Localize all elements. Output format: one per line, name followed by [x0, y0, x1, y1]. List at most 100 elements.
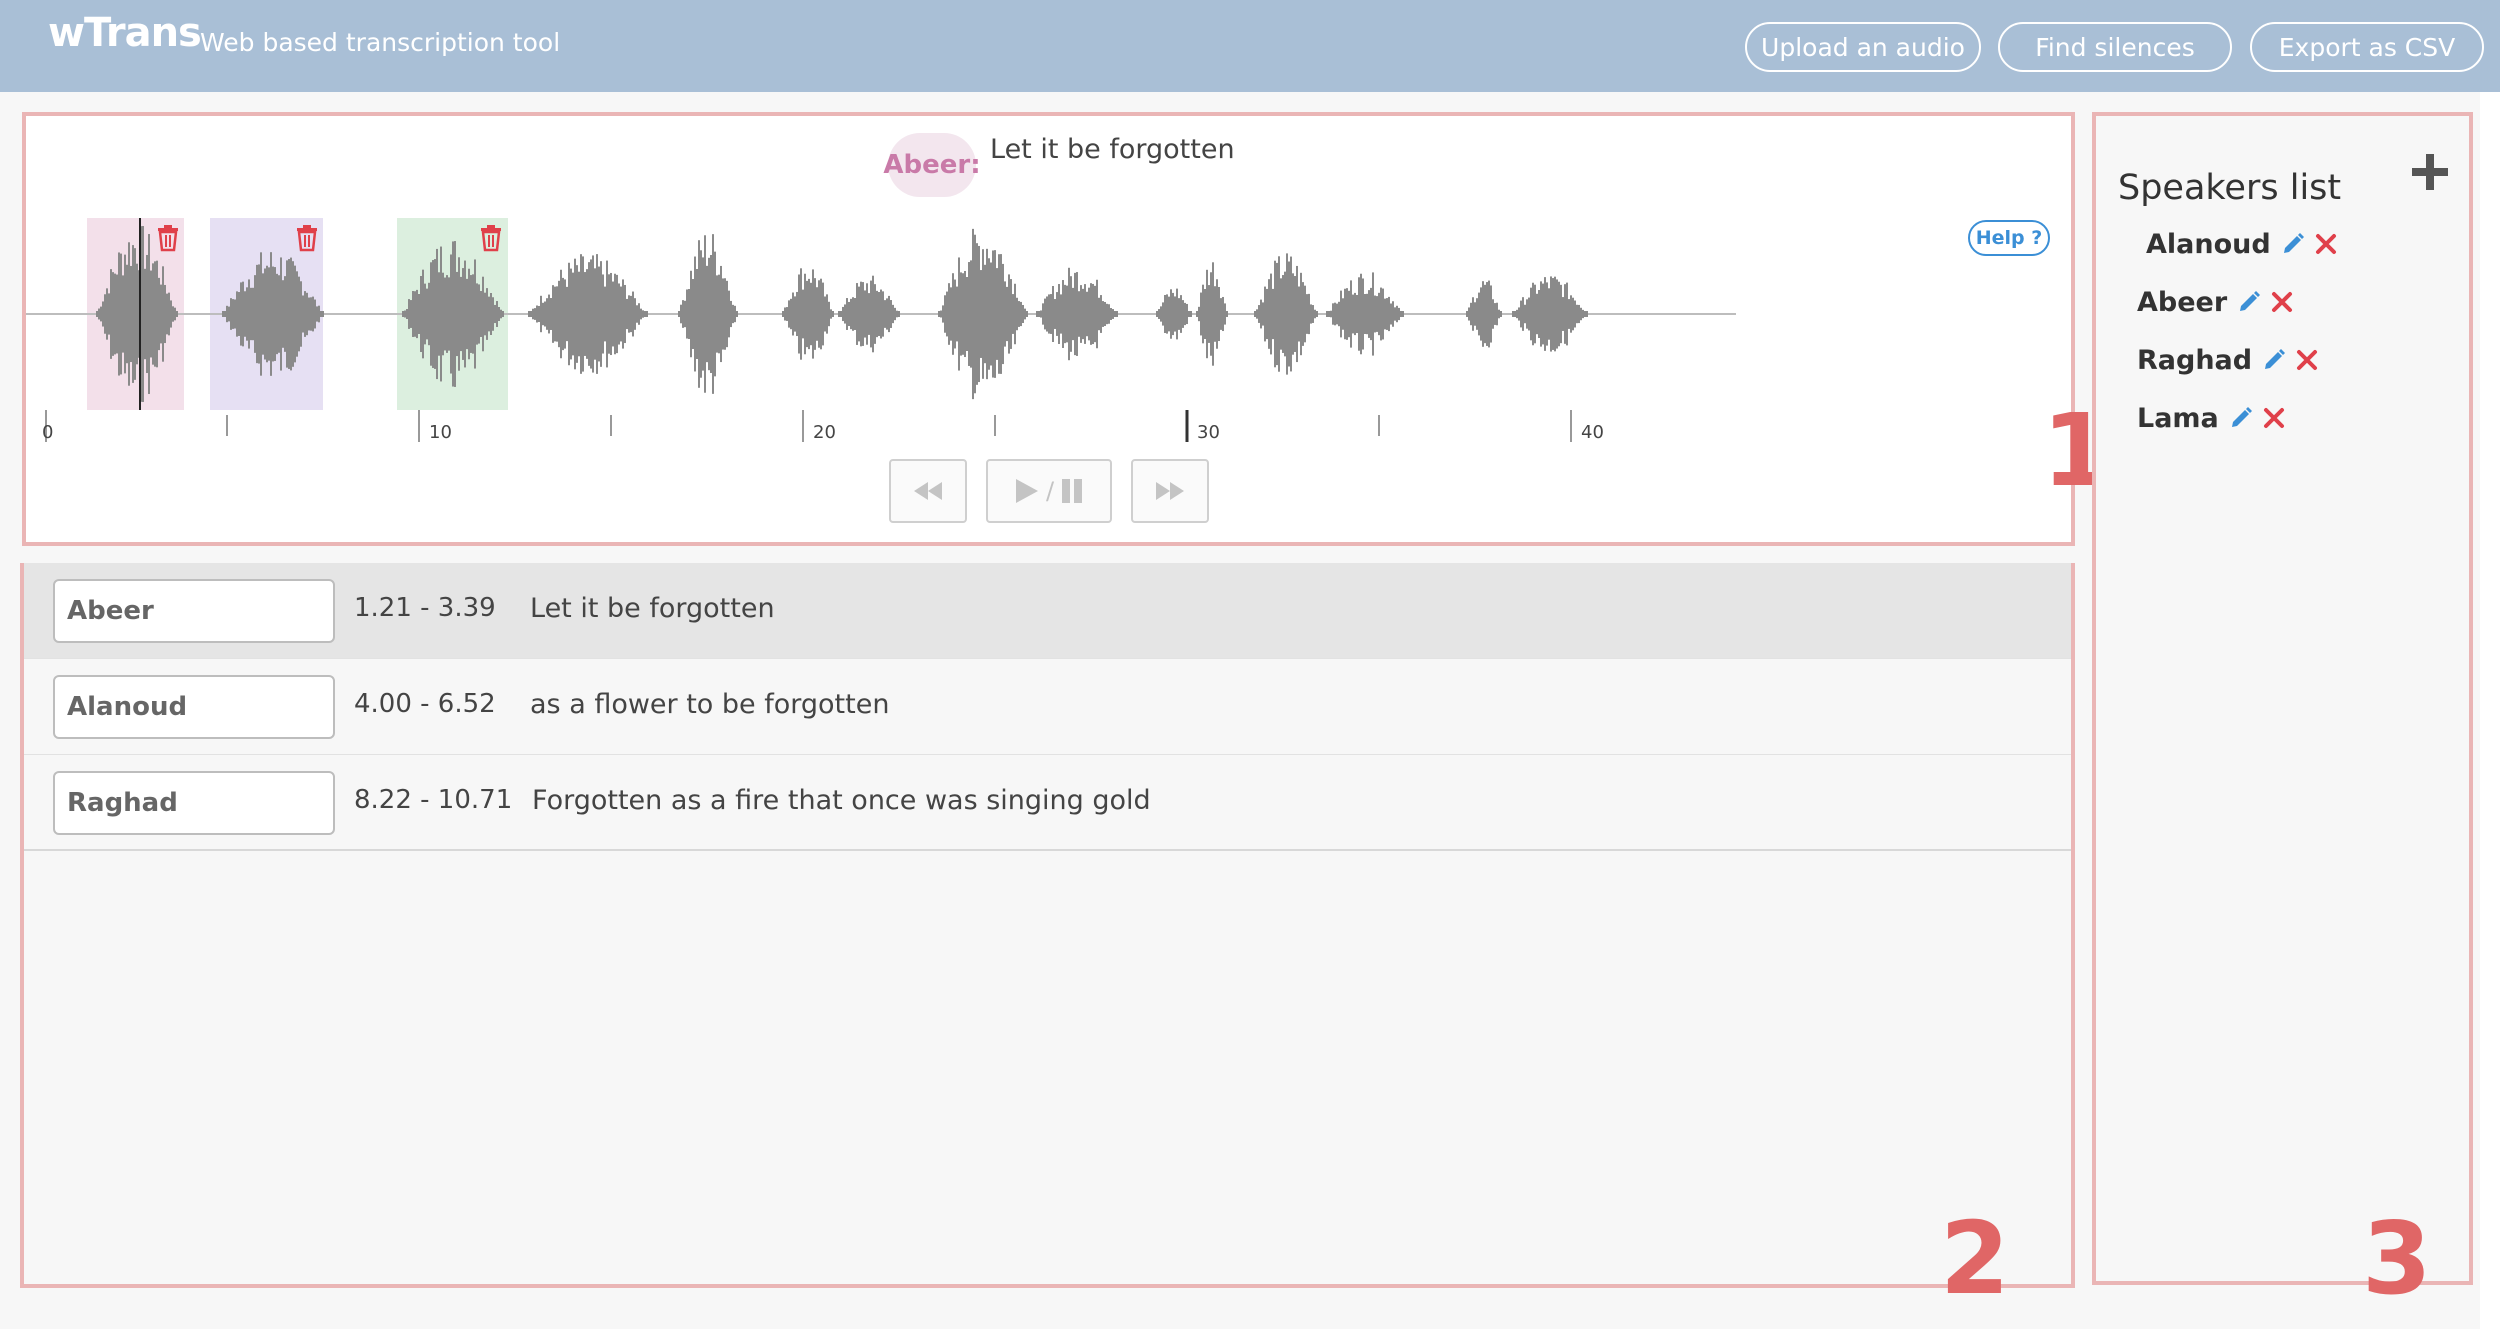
- waveform-sample: [574, 258, 576, 370]
- waveform-sample: [1158, 309, 1160, 319]
- waveform-sample: [314, 299, 316, 329]
- waveform-sample: [1156, 311, 1158, 317]
- waveform-sample: [146, 254, 148, 374]
- waveform-sample: [892, 304, 894, 324]
- waveform-sample: [864, 290, 866, 338]
- delete-x-icon[interactable]: [2315, 233, 2337, 255]
- timeline-tick-label: 10: [429, 422, 452, 443]
- audio-waveform[interactable]: [26, 210, 1746, 450]
- waveform-sample: [832, 311, 834, 317]
- waveform-sample: [606, 260, 608, 368]
- waveform-sample: [318, 305, 320, 323]
- waveform-sample: [1174, 296, 1176, 332]
- waveform-sample: [1490, 285, 1492, 343]
- waveform-sample: [408, 299, 410, 329]
- waveform-sample: [1262, 302, 1264, 326]
- waveform-sample: [402, 311, 404, 317]
- waveform-sample: [322, 311, 324, 317]
- waveform-sample: [986, 248, 988, 380]
- speaker-name: Alanoud: [2146, 228, 2271, 260]
- waveform-sample: [434, 259, 436, 369]
- waveform-sample: [474, 259, 476, 369]
- waveform-sample: [618, 283, 620, 345]
- delete-x-icon[interactable]: [2296, 349, 2318, 371]
- waveform-sample: [1180, 295, 1182, 333]
- segment-text[interactable]: as a flower to be forgotten: [530, 689, 889, 720]
- waveform-sample: [1384, 298, 1386, 330]
- waveform-sample: [484, 292, 486, 336]
- trash-icon[interactable]: [294, 224, 320, 252]
- waveform-sample: [264, 268, 266, 360]
- pencil-icon[interactable]: [2237, 290, 2261, 314]
- waveform-sample: [96, 311, 98, 317]
- speaker-field[interactable]: Alanoud: [53, 675, 335, 739]
- waveform-sample: [270, 252, 272, 376]
- waveform-sample: [1112, 309, 1114, 319]
- upload-audio-button[interactable]: Upload an audio: [1745, 22, 1981, 72]
- trash-icon[interactable]: [155, 224, 181, 252]
- waveform-sample: [228, 306, 230, 322]
- waveform-sample: [854, 298, 856, 330]
- waveform-sample: [1468, 307, 1470, 321]
- waveform-sample: [118, 252, 120, 376]
- waveform-sample: [256, 264, 258, 364]
- waveform-sample: [726, 280, 728, 348]
- waveform-sample: [944, 295, 946, 333]
- rewind-icon: [914, 482, 942, 500]
- waveform-sample: [1308, 293, 1310, 335]
- play-pause-button[interactable]: /: [986, 459, 1112, 523]
- pencil-icon[interactable]: [2229, 406, 2253, 430]
- waveform-sample: [1534, 284, 1536, 344]
- waveform-sample: [878, 292, 880, 336]
- transcript-row[interactable]: Abeer 1.21 - 3.39 Let it be forgotten: [24, 563, 2071, 659]
- waveform-sample: [814, 278, 816, 350]
- help-button[interactable]: Help ?: [1968, 220, 2050, 256]
- delete-x-icon[interactable]: [2271, 291, 2293, 313]
- current-segment-text: Let it be forgotten: [990, 134, 1235, 165]
- waveform-sample: [418, 294, 420, 334]
- find-silences-button[interactable]: Find silences: [1998, 22, 2232, 72]
- rewind-button[interactable]: [889, 459, 967, 523]
- speaker-field[interactable]: Raghad: [53, 771, 335, 835]
- waveform-sample: [166, 293, 168, 335]
- waveform-sample: [1282, 275, 1284, 353]
- waveform-sample: [288, 259, 290, 369]
- export-csv-button[interactable]: Export as CSV: [2250, 22, 2484, 72]
- waveform-sample: [998, 254, 1000, 374]
- delete-x-icon[interactable]: [2263, 407, 2285, 429]
- speaker-field[interactable]: Abeer: [53, 579, 335, 643]
- waveform-sample: [1566, 282, 1568, 346]
- waveform-sample: [1044, 298, 1046, 330]
- transcript-row[interactable]: Alanoud 4.00 - 6.52 as a flower to be fo…: [24, 659, 2071, 755]
- waveform-sample: [1024, 308, 1026, 320]
- fast-forward-button[interactable]: [1131, 459, 1209, 523]
- trash-icon[interactable]: [478, 224, 504, 252]
- pencil-icon[interactable]: [2262, 348, 2286, 372]
- waveform-sample: [1090, 283, 1092, 345]
- waveform-sample: [1080, 285, 1082, 343]
- waveform-sample: [966, 277, 968, 351]
- plus-icon[interactable]: [2410, 152, 2450, 192]
- segment-text[interactable]: Forgotten as a fire that once was singin…: [532, 785, 1151, 816]
- waveform-sample: [1264, 286, 1266, 342]
- waveform-sample: [1084, 284, 1086, 344]
- waveform-sample: [1212, 262, 1214, 366]
- waveform-sample: [702, 257, 704, 371]
- waveform-sample: [238, 292, 240, 336]
- waveform-sample: [1076, 272, 1078, 356]
- waveform-sample: [950, 287, 952, 341]
- waveform-sample: [682, 300, 684, 328]
- waveform-sample: [1104, 301, 1106, 327]
- waveform-sample: [888, 295, 890, 333]
- waveform-sample: [148, 234, 150, 394]
- pencil-icon[interactable]: [2281, 232, 2305, 256]
- waveform-sample: [596, 254, 598, 374]
- transcript-row[interactable]: Raghad 8.22 - 10.71 Forgotten as a fire …: [24, 755, 2071, 851]
- waveform-sample: [586, 269, 588, 359]
- waveform-sample: [454, 241, 456, 387]
- segment-text[interactable]: Let it be forgotten: [530, 593, 775, 624]
- waveform-sample: [560, 269, 562, 359]
- waveform-sample: [1526, 299, 1528, 329]
- waveform-sample: [470, 275, 472, 353]
- waveform-sample: [158, 277, 160, 351]
